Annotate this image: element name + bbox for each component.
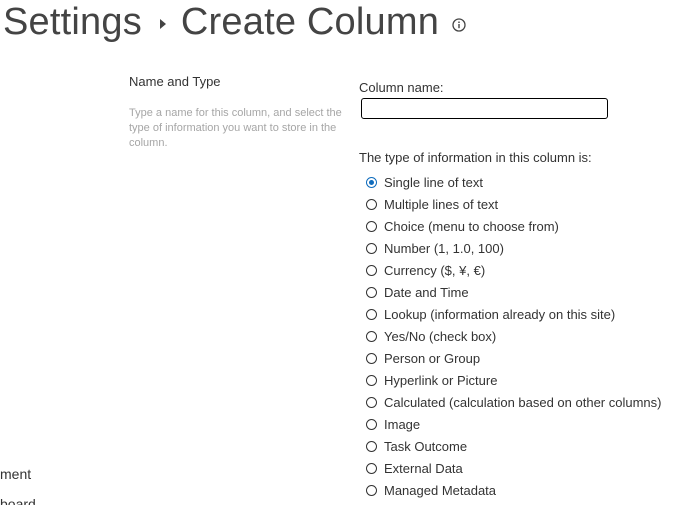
column-type-option[interactable]: Date and Time [366, 281, 662, 303]
leftnav-item-partial[interactable]: ment [0, 466, 31, 482]
radio-button[interactable] [366, 440, 377, 452]
page-header: Settings Create Column [0, 0, 466, 44]
radio-button[interactable] [366, 308, 377, 320]
radio-button[interactable] [366, 352, 377, 364]
radio-button[interactable] [366, 418, 377, 430]
radio-button[interactable] [366, 484, 377, 496]
column-type-option-label: Calculated (calculation based on other c… [384, 394, 662, 410]
radio-button[interactable] [366, 462, 377, 474]
column-type-option-label: Choice (menu to choose from) [384, 218, 559, 234]
column-type-option-label: Hyperlink or Picture [384, 372, 498, 388]
leftnav-item-partial-2[interactable]: board [0, 496, 36, 505]
radio-button[interactable] [366, 242, 377, 254]
column-type-option-label: Currency ($, ¥, €) [384, 262, 486, 278]
column-type-option-label: Managed Metadata [384, 482, 497, 498]
breadcrumb-separator-icon [159, 19, 166, 29]
radio-button[interactable] [366, 264, 377, 276]
column-type-option[interactable]: Yes/No (check box) [366, 325, 662, 347]
breadcrumb-settings[interactable]: Settings [3, 0, 142, 44]
column-type-option-label: Single line of text [384, 174, 484, 190]
info-icon[interactable] [452, 18, 466, 32]
column-type-option-label: Lookup (information already on this site… [384, 306, 616, 322]
column-type-option[interactable]: Lookup (information already on this site… [366, 303, 662, 325]
column-type-option-label: Image [384, 416, 421, 432]
column-type-option[interactable]: Person or Group [366, 347, 662, 369]
column-type-option-label: Number (1, 1.0, 100) [384, 240, 504, 256]
column-type-option[interactable]: Multiple lines of text [366, 193, 662, 215]
column-type-option-label: Task Outcome [384, 438, 468, 454]
column-type-option[interactable]: Managed Metadata [366, 479, 662, 501]
column-type-option-label: Multiple lines of text [384, 196, 499, 212]
column-type-option-label: Date and Time [384, 284, 469, 300]
column-type-label: The type of information in this column i… [359, 150, 592, 165]
radio-button[interactable] [366, 198, 377, 210]
column-type-option[interactable]: Task Outcome [366, 435, 662, 457]
column-type-option[interactable]: Currency ($, ¥, €) [366, 259, 662, 281]
column-type-option[interactable]: Hyperlink or Picture [366, 369, 662, 391]
column-type-option[interactable]: Image [366, 413, 662, 435]
column-name-input[interactable] [361, 98, 608, 119]
section-description: Type a name for this column, and select … [129, 107, 342, 149]
create-column-page: Settings Create Column ment board Name a… [0, 0, 698, 505]
radio-button[interactable] [366, 220, 377, 232]
column-type-option-label: Yes/No (check box) [384, 328, 497, 344]
column-type-option[interactable]: Calculated (calculation based on other c… [366, 391, 662, 413]
page-title: Create Column [180, 1, 440, 43]
column-type-option-label: External Data [384, 460, 463, 476]
column-type-option[interactable]: Single line of text [366, 171, 662, 193]
section-title: Name and Type [129, 74, 221, 89]
radio-button[interactable] [366, 176, 377, 188]
column-type-option[interactable]: External Data [366, 457, 662, 479]
radio-button[interactable] [366, 396, 377, 408]
column-type-option[interactable]: Number (1, 1.0, 100) [366, 237, 662, 259]
column-name-label: Column name: [359, 80, 444, 95]
radio-button[interactable] [366, 374, 377, 386]
radio-button[interactable] [366, 330, 377, 342]
radio-button[interactable] [366, 286, 377, 298]
column-type-option-label: Person or Group [384, 350, 481, 366]
column-type-option[interactable]: Choice (menu to choose from) [366, 215, 662, 237]
column-type-radio-group: Single line of text Multiple lines of tex… [366, 171, 662, 501]
